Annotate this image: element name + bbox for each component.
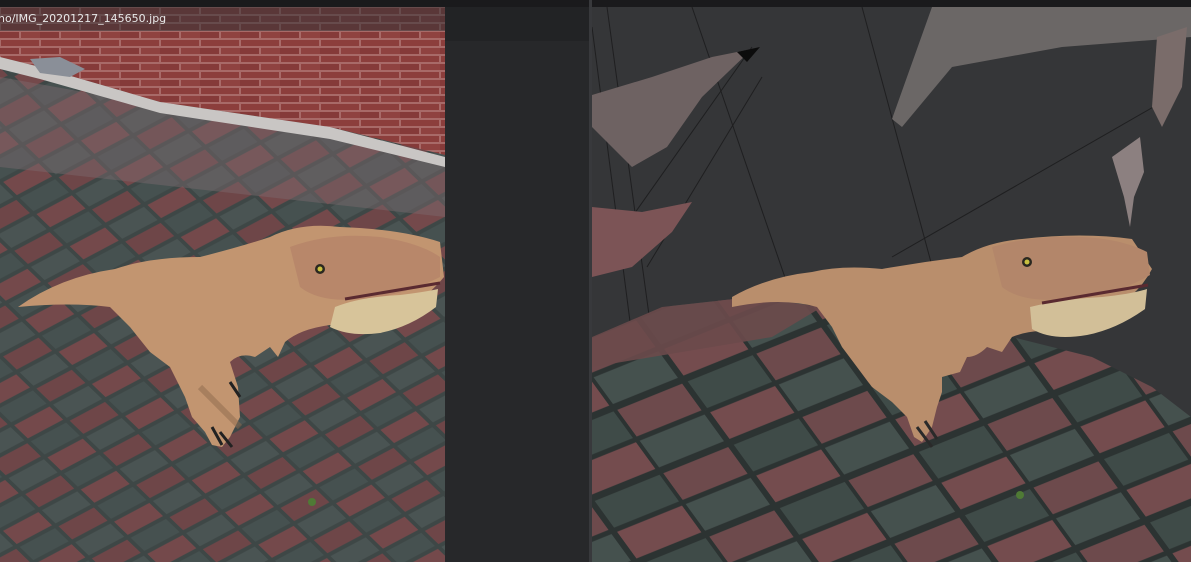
- 3d-viewport[interactable]: [592, 7, 1191, 562]
- image-filename-label: no/IMG_20201217_145650.jpg: [0, 7, 445, 31]
- reconstructed-mesh: [592, 7, 1191, 562]
- side-panel: [445, 7, 591, 562]
- side-panel-header: [445, 7, 591, 41]
- top-toolbar-strip: [0, 0, 1191, 7]
- image-viewer[interactable]: no/IMG_20201217_145650.jpg: [0, 7, 445, 562]
- photogrammetry-app: no/IMG_20201217_145650.jpg: [0, 0, 1191, 562]
- source-photo: [0, 7, 445, 562]
